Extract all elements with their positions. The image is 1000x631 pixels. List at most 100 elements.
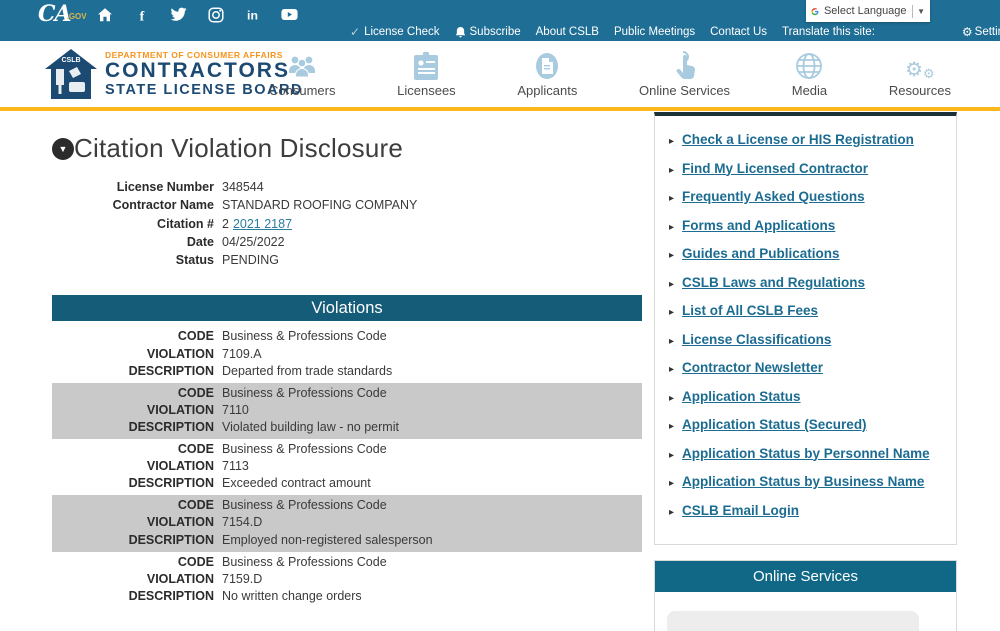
nav-item-licensees[interactable]: Licensees — [393, 50, 460, 98]
sidebar-link-label: Guides and Publications — [682, 246, 840, 261]
about-cslb-link[interactable]: About CSLB — [536, 26, 599, 38]
facebook-icon[interactable]: f — [133, 6, 150, 23]
nav-item-consumers[interactable]: Consumers — [265, 50, 339, 98]
settings-label: Settings — [975, 26, 1000, 38]
violations-header: Violations — [52, 295, 642, 321]
arrow-right-icon: ▸ — [669, 507, 674, 518]
nav-label-online-services: Online Services — [639, 83, 730, 98]
description-value: No written change orders — [222, 588, 362, 605]
arrow-right-icon: ▸ — [669, 222, 674, 233]
citation-link[interactable]: 2021 2187 — [233, 217, 292, 231]
sidebar-link-app-status-personnel[interactable]: ▸Application Status by Personnel Name — [669, 446, 946, 461]
sidebar-link-check-license[interactable]: ▸Check a License or HIS Registration — [669, 132, 946, 147]
translate-label: Translate this site: — [782, 26, 875, 38]
violation-value: 7113 — [222, 458, 249, 475]
sidebar-link-app-status-secured[interactable]: ▸Application Status (Secured) — [669, 417, 946, 432]
youtube-icon[interactable] — [281, 6, 298, 23]
status-value: PENDING — [222, 251, 279, 269]
contact-us-link[interactable]: Contact Us — [710, 26, 767, 38]
main-content: ▼ Citation Violation Disclosure License … — [0, 111, 655, 608]
online-services-image[interactable] — [667, 611, 919, 631]
nav-item-media[interactable]: Media — [788, 50, 831, 98]
subscribe-label: Subscribe — [470, 26, 521, 38]
detail-row-date: Date 04/25/2022 — [52, 233, 642, 251]
nav-item-resources[interactable]: ⚙⚙ Resources — [885, 50, 955, 98]
sidebar-link-forms[interactable]: ▸ Forms and Applications — [669, 218, 946, 233]
subscribe-link[interactable]: Subscribe — [455, 26, 521, 38]
detail-label: Status — [52, 251, 222, 269]
sidebar-link-newsletter[interactable]: ▸Contractor Newsletter — [669, 360, 946, 375]
select-language-dropdown[interactable]: Select Language ▼ — [806, 0, 930, 22]
code-value: Business & Professions Code — [222, 441, 387, 458]
description-value: Violated building law - no permit — [222, 419, 399, 436]
gear-icon: ⚙ — [962, 25, 973, 39]
violations-list: CODEBusiness & Professions Code VIOLATIO… — [52, 326, 642, 607]
sidebar-link-app-status-business[interactable]: ▸Application Status by Business Name — [669, 474, 946, 489]
top-utility-bar: CA.GOV f in Select Language ▼ ✓License C… — [0, 0, 1000, 41]
sidebar-link-find-contractor[interactable]: ▸Find My Licensed Contractor — [669, 161, 946, 176]
online-services-box: Online Services — [654, 560, 957, 631]
description-label: DESCRIPTION — [52, 419, 222, 436]
ca-gov-logo-gov: .GOV — [67, 12, 87, 21]
sidebar-link-laws[interactable]: ▸CSLB Laws and Regulations — [669, 275, 946, 290]
citation-prefix: 2 — [222, 217, 229, 231]
hard-hat-worker-image — [701, 619, 761, 631]
instagram-icon[interactable] — [207, 6, 224, 23]
nav-label-applicants: Applicants — [517, 83, 577, 98]
linkedin-icon[interactable]: in — [244, 6, 261, 23]
sidebar-link-faq[interactable]: ▸Frequently Asked Questions — [669, 189, 946, 204]
about-cslb-label: About CSLB — [536, 26, 599, 38]
sidebar-link-fees[interactable]: ▸List of All CSLB Fees — [669, 303, 946, 318]
home-icon[interactable] — [96, 6, 113, 23]
detail-label: Citation # — [52, 215, 222, 233]
sidebar-link-classifications[interactable]: ▸License Classifications — [669, 332, 946, 347]
code-value: Business & Professions Code — [222, 554, 387, 571]
check-icon: ✓ — [350, 25, 360, 39]
description-label: DESCRIPTION — [52, 532, 222, 549]
violation-label: VIOLATION — [52, 458, 222, 475]
sidebar-link-label: CSLB Email Login — [682, 503, 799, 518]
globe-icon — [795, 50, 823, 80]
twitter-icon[interactable] — [170, 6, 187, 23]
public-meetings-link[interactable]: Public Meetings — [614, 26, 695, 38]
bell-icon — [455, 26, 466, 38]
sidebar-link-guides[interactable]: ▸Guides and Publications — [669, 246, 946, 261]
violation-block: CODEBusiness & Professions Code VIOLATIO… — [52, 383, 642, 439]
violation-block: CODEBusiness & Professions Code VIOLATIO… — [52, 326, 642, 382]
violation-block: CODEBusiness & Professions Code VIOLATIO… — [52, 495, 642, 551]
nav-item-applicants[interactable]: Applicants — [513, 50, 581, 98]
description-label: DESCRIPTION — [52, 588, 222, 605]
violation-label: VIOLATION — [52, 402, 222, 419]
svg-text:CSLB: CSLB — [61, 57, 80, 64]
sidebar-link-label: Frequently Asked Questions — [682, 189, 865, 204]
public-meetings-label: Public Meetings — [614, 26, 695, 38]
sidebar-link-email-login[interactable]: ▸ CSLB Email Login — [669, 503, 946, 518]
nav-item-online-services[interactable]: Online Services — [635, 50, 734, 98]
violation-block: CODEBusiness & Professions Code VIOLATIO… — [52, 552, 642, 608]
description-value: Employed non-registered salesperson — [222, 532, 433, 549]
cslb-house-icon: CSLB — [45, 49, 97, 99]
nav-label-resources: Media — [792, 83, 827, 98]
sidebar-link-label: Forms and Applications — [682, 218, 835, 233]
svg-text:in: in — [247, 8, 258, 22]
main-navigation: Consumers Licensees Applicants Online Se… — [265, 41, 955, 107]
sidebar-link-app-status[interactable]: ▸Application Status — [669, 389, 946, 404]
detail-label: License Number — [52, 178, 222, 196]
license-check-link[interactable]: ✓License Check — [350, 25, 440, 39]
violation-label: VIOLATION — [52, 514, 222, 531]
top-link-row: ✓License Check Subscribe About CSLB Publ… — [350, 22, 1000, 41]
settings-button[interactable]: ⚙Settings — [962, 25, 1000, 39]
ca-gov-logo[interactable]: CA.GOV — [38, 1, 91, 27]
sidebar-link-label: Find My Licensed Contractor — [682, 161, 868, 176]
gears-icon: ⚙⚙ — [905, 50, 935, 80]
ca-gov-logo-text: CA — [38, 1, 71, 27]
site-header: CSLB DEPARTMENT OF CONSUMER AFFAIRS CONT… — [0, 41, 1000, 107]
violation-label: VIOLATION — [52, 346, 222, 363]
arrow-right-icon: ▸ — [669, 307, 674, 318]
arrow-right-icon: ▸ — [669, 478, 674, 489]
violation-block: CODEBusiness & Professions Code VIOLATIO… — [52, 439, 642, 495]
people-icon — [286, 50, 318, 80]
collapse-toggle-icon[interactable]: ▼ — [52, 138, 74, 160]
arrow-right-icon: ▸ — [669, 136, 674, 147]
code-label: CODE — [52, 554, 222, 571]
